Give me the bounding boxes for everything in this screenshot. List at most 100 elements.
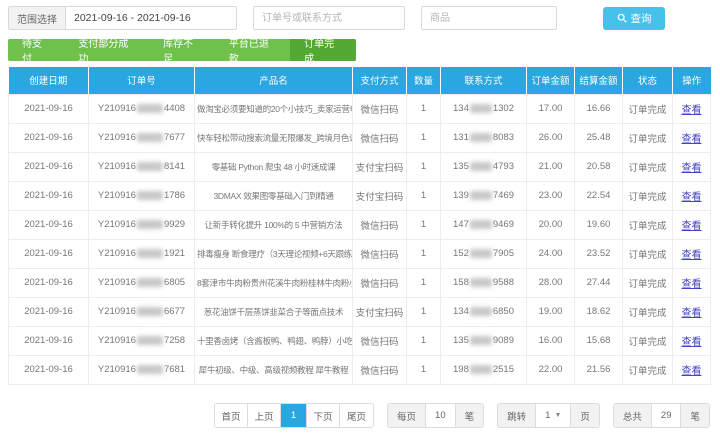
product-name-cell: 8套津市牛肉粉贵州花溪牛肉粉桂林牛肉粉小吃配方 xyxy=(195,268,353,297)
column-header: 产品名 xyxy=(195,67,353,94)
jump-page-select[interactable]: 1▼ xyxy=(536,404,571,427)
created-date-cell: 2021-09-16 xyxy=(9,94,89,123)
per-page-label: 每页 xyxy=(388,404,426,427)
created-date-cell: 2021-09-16 xyxy=(9,210,89,239)
product-search-input[interactable] xyxy=(421,6,557,30)
product-name-cell: 做淘宝必须要知道的20个小技巧_卖家运营电商论坛 xyxy=(195,94,353,123)
order-number-cell: Y2109166805 xyxy=(89,268,195,297)
table-row: 2021-09-16 Y2109169929 让新手转化提升 100%的 5 中… xyxy=(9,210,711,239)
view-order-link[interactable]: 查看 xyxy=(682,134,702,145)
quantity-cell: 1 xyxy=(407,326,441,355)
per-page-group: 每页 10 笔 xyxy=(387,403,484,428)
censored-digits xyxy=(137,365,163,374)
action-cell: 查看 xyxy=(673,239,711,268)
tab-out-of-stock[interactable]: 库存不足 xyxy=(149,39,215,61)
jump-group: 跳转 1▼ 页 xyxy=(497,403,600,428)
prev-page-button[interactable]: 上页 xyxy=(248,404,281,427)
pagination-bar: 首页 上页 1 下页 尾页 每页 10 笔 跳转 1▼ 页 总共 29 笔 xyxy=(214,403,710,428)
per-page-value[interactable]: 10 xyxy=(426,404,456,427)
current-page-button[interactable]: 1 xyxy=(281,404,307,427)
orders-table: 创建日期订单号产品名支付方式数量联系方式订单金额结算金额状态操作 2021-09… xyxy=(8,67,711,385)
view-order-link[interactable]: 查看 xyxy=(682,308,702,319)
payment-method-cell: 微信扫码 xyxy=(353,326,407,355)
censored-digits xyxy=(470,133,492,142)
table-row: 2021-09-16 Y2109168141 零基础 Python 爬虫 48 … xyxy=(9,152,711,181)
order-amount-cell: 19.00 xyxy=(527,297,575,326)
created-date-cell: 2021-09-16 xyxy=(9,355,89,384)
status-cell: 订单完成 xyxy=(623,297,673,326)
view-order-link[interactable]: 查看 xyxy=(682,192,702,203)
payment-method-cell: 微信扫码 xyxy=(353,210,407,239)
search-icon xyxy=(617,13,627,23)
view-order-link[interactable]: 查看 xyxy=(682,105,702,116)
status-cell: 订单完成 xyxy=(623,123,673,152)
created-date-cell: 2021-09-16 xyxy=(9,123,89,152)
tab-pending[interactable]: 待支付 xyxy=(8,39,64,61)
table-row: 2021-09-16 Y2109161786 3DMAX 效果图零基础入门到精通… xyxy=(9,181,711,210)
order-number-cell: Y2109164408 xyxy=(89,94,195,123)
view-order-link[interactable]: 查看 xyxy=(682,221,702,232)
contact-phone-cell: 1318083 xyxy=(441,123,527,152)
order-number-cell: Y2109167258 xyxy=(89,326,195,355)
first-page-button[interactable]: 首页 xyxy=(215,404,248,427)
column-header: 联系方式 xyxy=(441,67,527,94)
censored-digits xyxy=(470,307,492,316)
censored-digits xyxy=(470,162,492,171)
action-cell: 查看 xyxy=(673,152,711,181)
action-cell: 查看 xyxy=(673,297,711,326)
next-page-button[interactable]: 下页 xyxy=(307,404,340,427)
total-unit: 笔 xyxy=(681,404,709,427)
created-date-cell: 2021-09-16 xyxy=(9,268,89,297)
date-range-input[interactable] xyxy=(65,6,237,30)
view-order-link[interactable]: 查看 xyxy=(682,163,702,174)
payment-method-cell: 微信扫码 xyxy=(353,94,407,123)
contact-phone-cell: 1346850 xyxy=(441,297,527,326)
order-amount-cell: 23.00 xyxy=(527,181,575,210)
table-row: 2021-09-16 Y2109167677 快车轻松带动搜索流量无限爆发_跨境… xyxy=(9,123,711,152)
payment-method-cell: 支付宝扫码 xyxy=(353,297,407,326)
filter-bar: 范围选择 查询 xyxy=(8,6,712,30)
censored-digits xyxy=(470,336,492,345)
quantity-cell: 1 xyxy=(407,94,441,123)
created-date-cell: 2021-09-16 xyxy=(9,297,89,326)
settle-amount-cell: 20.58 xyxy=(575,152,623,181)
order-number-cell: Y2109169929 xyxy=(89,210,195,239)
action-cell: 查看 xyxy=(673,355,711,384)
censored-digits xyxy=(137,336,163,345)
created-date-cell: 2021-09-16 xyxy=(9,239,89,268)
tab-refunded[interactable]: 平台已退款 xyxy=(215,39,290,61)
created-date-cell: 2021-09-16 xyxy=(9,326,89,355)
view-order-link[interactable]: 查看 xyxy=(682,279,702,290)
order-amount-cell: 24.00 xyxy=(527,239,575,268)
view-order-link[interactable]: 查看 xyxy=(682,366,702,377)
contact-phone-cell: 1359089 xyxy=(441,326,527,355)
action-cell: 查看 xyxy=(673,94,711,123)
settle-amount-cell: 15.68 xyxy=(575,326,623,355)
payment-method-cell: 微信扫码 xyxy=(353,355,407,384)
column-header: 订单号 xyxy=(89,67,195,94)
search-button[interactable]: 查询 xyxy=(603,7,665,30)
total-value: 29 xyxy=(652,404,682,427)
action-cell: 查看 xyxy=(673,326,711,355)
column-header: 创建日期 xyxy=(9,67,89,94)
tab-completed[interactable]: 订单完成 xyxy=(290,39,356,61)
order-amount-cell: 26.00 xyxy=(527,123,575,152)
product-name-cell: 十里香卤烤（含酱板鸭、鸭翅、鸭脖）小吃技术配方 xyxy=(195,326,353,355)
settle-amount-cell: 19.60 xyxy=(575,210,623,239)
status-cell: 订单完成 xyxy=(623,355,673,384)
contact-phone-cell: 1982515 xyxy=(441,355,527,384)
column-header: 订单金额 xyxy=(527,67,575,94)
tab-partial-paid[interactable]: 支付部分成功 xyxy=(64,39,149,61)
order-management-page: 范围选择 查询 待支付支付部分成功库存不足平台已退款订单完成 创建日期订单号产品… xyxy=(0,0,720,435)
censored-digits xyxy=(137,278,163,287)
view-order-link[interactable]: 查看 xyxy=(682,250,702,261)
quantity-cell: 1 xyxy=(407,239,441,268)
per-page-unit: 笔 xyxy=(456,404,484,427)
order-amount-cell: 22.00 xyxy=(527,355,575,384)
contact-phone-cell: 1589588 xyxy=(441,268,527,297)
last-page-button[interactable]: 尾页 xyxy=(340,404,373,427)
order-search-input[interactable] xyxy=(253,6,405,30)
view-order-link[interactable]: 查看 xyxy=(682,337,702,348)
order-number-cell: Y2109161921 xyxy=(89,239,195,268)
product-name-cell: 3DMAX 效果图零基础入门到精通 xyxy=(195,181,353,210)
